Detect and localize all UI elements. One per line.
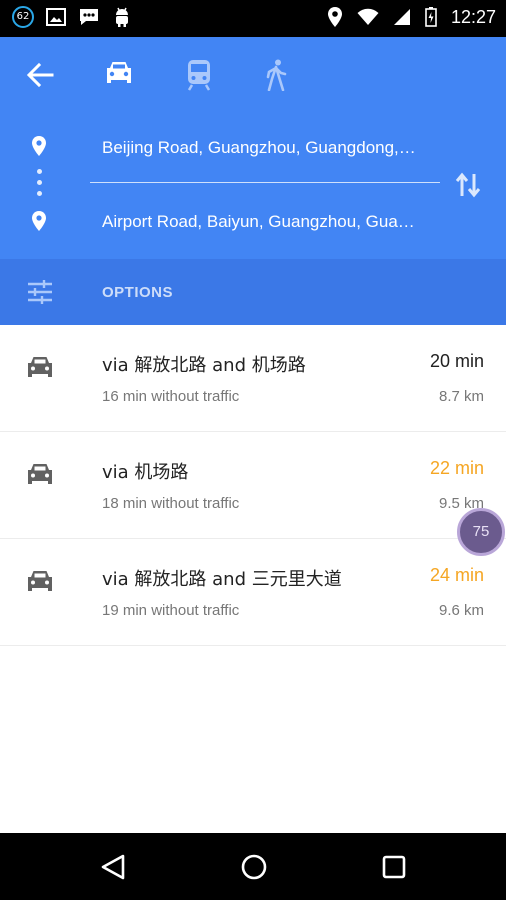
floating-overlay-badge[interactable]: 75 bbox=[457, 508, 505, 556]
origin-field[interactable]: Beijing Road, Guangzhou, Guangdong,… bbox=[102, 138, 442, 158]
directions-header: Beijing Road, Guangzhou, Guangdong,… Air… bbox=[0, 37, 506, 259]
route-duration: 20 min bbox=[429, 351, 484, 371]
status-bar: 62 12:27 bbox=[0, 0, 506, 37]
destination-field[interactable]: Airport Road, Baiyun, Guangzhou, Gua… bbox=[102, 212, 442, 232]
route-item[interactable]: via 解放北路 and 三元里大道 24 min 19 min without… bbox=[0, 539, 506, 646]
chat-icon bbox=[78, 7, 100, 27]
route-duration: 24 min bbox=[429, 565, 484, 585]
route-traffic-note: 16 min without traffic bbox=[102, 388, 240, 405]
options-bar[interactable]: OPTIONS bbox=[0, 259, 506, 325]
car-mode-icon[interactable] bbox=[104, 59, 134, 94]
car-icon bbox=[26, 462, 54, 493]
wifi-icon bbox=[357, 8, 379, 26]
clock: 12:27 bbox=[450, 6, 496, 27]
car-icon bbox=[26, 355, 54, 386]
route-distance: 9.6 km bbox=[438, 602, 484, 619]
route-title: via 机场路 bbox=[102, 462, 189, 483]
route-traffic-note: 19 min without traffic bbox=[102, 602, 240, 619]
car-icon bbox=[26, 569, 54, 600]
signal-icon bbox=[393, 8, 411, 26]
route-dots bbox=[37, 169, 42, 202]
tune-icon bbox=[27, 280, 53, 309]
location-icon bbox=[327, 6, 343, 28]
back-arrow-icon[interactable] bbox=[26, 62, 54, 93]
route-title: via 解放北路 and 三元里大道 bbox=[102, 569, 342, 590]
field-divider bbox=[90, 182, 440, 183]
origin-pin-icon bbox=[31, 135, 47, 162]
route-distance: 8.7 km bbox=[438, 388, 484, 405]
options-label: OPTIONS bbox=[102, 284, 174, 301]
swap-directions-icon[interactable] bbox=[454, 170, 482, 205]
walk-mode-icon[interactable] bbox=[264, 59, 288, 96]
route-item[interactable]: via 机场路 22 min 18 min without traffic 9.… bbox=[0, 432, 506, 539]
nav-recents-icon[interactable] bbox=[381, 854, 407, 885]
route-traffic-note: 18 min without traffic bbox=[102, 495, 240, 512]
battery-icon bbox=[425, 7, 437, 27]
destination-pin-icon bbox=[31, 210, 47, 237]
transit-mode-icon[interactable] bbox=[186, 59, 212, 96]
notification-count-badge: 62 bbox=[12, 6, 34, 28]
nav-back-icon[interactable] bbox=[100, 853, 126, 886]
system-nav-bar bbox=[0, 833, 506, 900]
route-title: via 解放北路 and 机场路 bbox=[102, 355, 306, 376]
route-item[interactable]: via 解放北路 and 机场路 20 min 16 min without t… bbox=[0, 325, 506, 432]
nav-home-icon[interactable] bbox=[240, 853, 268, 886]
android-icon bbox=[112, 6, 132, 28]
image-icon bbox=[46, 8, 66, 26]
route-duration: 22 min bbox=[429, 458, 484, 478]
